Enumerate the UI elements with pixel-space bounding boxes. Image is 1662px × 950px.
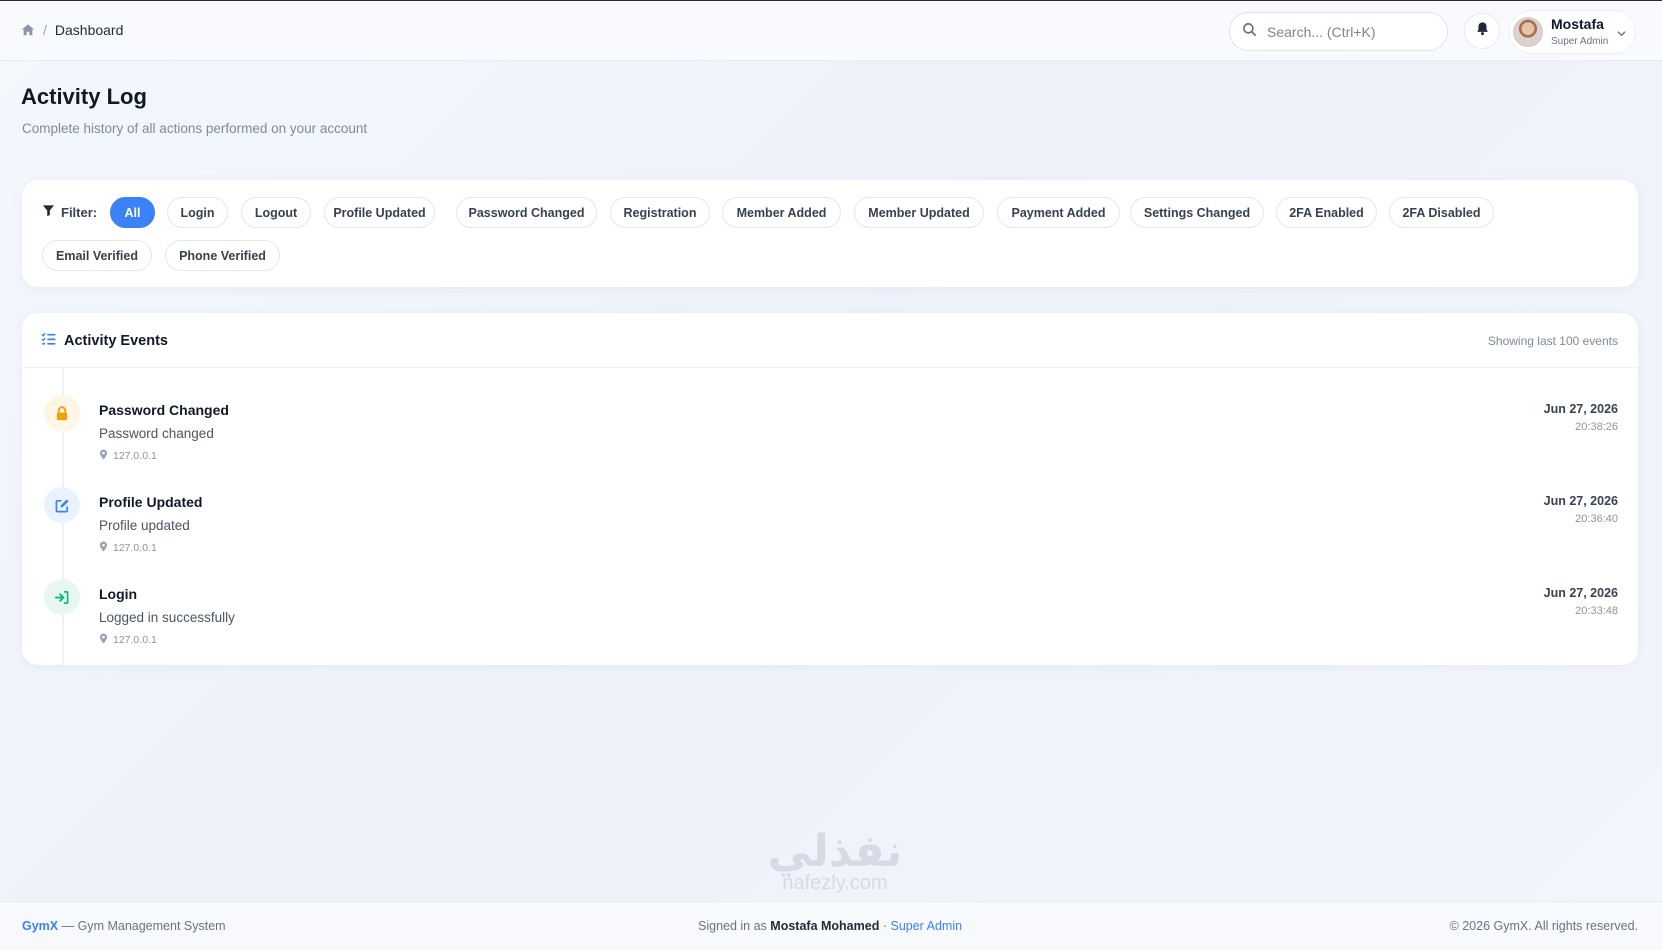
breadcrumb-separator: /	[43, 22, 47, 38]
filter-card: Filter: All Login Logout Profile Updated…	[22, 180, 1638, 287]
events-title: Activity Events	[41, 332, 168, 350]
footer-user-name: Mostafa Mohamed	[770, 919, 880, 933]
page-subtitle: Complete history of all actions performe…	[22, 121, 368, 136]
events-header: Activity Events Showing last 100 events	[22, 313, 1638, 368]
event-ip: 127.0.0.1	[99, 633, 157, 647]
filter-chip-login[interactable]: Login	[167, 197, 228, 228]
event-item[interactable]: Password Changed Password changed 127.0.…	[22, 373, 1638, 465]
search-box[interactable]	[1229, 12, 1448, 51]
page-title: Activity Log	[21, 84, 147, 109]
notifications-button[interactable]	[1464, 13, 1500, 49]
event-date: Jun 27, 2026	[1543, 494, 1618, 508]
avatar	[1513, 17, 1543, 47]
event-date: Jun 27, 2026	[1543, 586, 1618, 600]
event-time: 20:36:40	[1575, 513, 1618, 525]
event-ip: 127.0.0.1	[99, 541, 157, 555]
event-time: 20:33:48	[1575, 605, 1618, 617]
footer-user-role: Super Admin	[890, 919, 963, 933]
event-title: Password Changed	[99, 402, 229, 418]
user-role: Super Admin	[1551, 36, 1609, 47]
footer-signed-in: Signed in as Mostafa Mohamed · Super Adm…	[698, 919, 963, 933]
search-input[interactable]	[1267, 23, 1437, 40]
filter-chip-2fa-disabled[interactable]: 2FA Disabled	[1389, 197, 1494, 228]
event-description: Password changed	[99, 426, 214, 441]
watermark: نفذلي nafezly.com	[720, 828, 950, 895]
filter-chip-registration[interactable]: Registration	[610, 197, 710, 228]
event-title: Profile Updated	[99, 494, 203, 510]
watermark-latin: nafezly.com	[782, 872, 888, 894]
event-description: Logged in successfully	[99, 610, 235, 625]
watermark-arabic: نفذلي	[767, 826, 903, 877]
footer-copyright: © 2026 GymX. All rights reserved.	[1449, 919, 1638, 933]
map-pin-icon	[99, 449, 108, 463]
login-icon	[44, 579, 80, 615]
event-item[interactable]: Profile Updated Profile updated 127.0.0.…	[22, 465, 1638, 557]
edit-icon	[44, 487, 80, 523]
event-date: Jun 27, 2026	[1543, 402, 1618, 416]
filter-label: Filter:	[42, 204, 97, 220]
filter-chip-member-updated[interactable]: Member Updated	[854, 197, 984, 228]
home-icon[interactable]	[21, 23, 35, 37]
breadcrumb: / Dashboard	[21, 22, 123, 38]
filter-chip-all[interactable]: All	[110, 197, 155, 228]
filter-chip-email-verified[interactable]: Email Verified	[42, 240, 152, 271]
footer: GymX — Gym Management System Signed in a…	[0, 901, 1662, 950]
map-pin-icon	[99, 633, 108, 647]
filter-chip-member-added[interactable]: Member Added	[722, 197, 841, 228]
filter-icon	[42, 204, 55, 220]
events-count: Showing last 100 events	[1487, 334, 1618, 348]
user-name: Mostafa	[1551, 16, 1604, 32]
footer-brand-line: GymX — Gym Management System	[22, 919, 226, 933]
search-icon	[1242, 22, 1257, 42]
map-pin-icon	[99, 541, 108, 555]
filter-chip-payment-added[interactable]: Payment Added	[997, 197, 1120, 228]
filter-chip-password-changed[interactable]: Password Changed	[456, 197, 597, 228]
breadcrumb-current[interactable]: Dashboard	[55, 22, 124, 38]
event-ip: 127.0.0.1	[99, 449, 157, 463]
footer-tagline: — Gym Management System	[61, 919, 226, 933]
footer-brand[interactable]: GymX	[22, 919, 58, 933]
event-title: Login	[99, 586, 138, 602]
chevron-down-icon	[1616, 26, 1627, 44]
filter-chip-phone-verified[interactable]: Phone Verified	[165, 240, 280, 271]
lock-icon	[44, 395, 80, 431]
bell-icon	[1475, 21, 1490, 41]
top-bar: / Dashboard Mostafa Super Admin	[0, 0, 1662, 61]
filter-chip-settings-changed[interactable]: Settings Changed	[1130, 197, 1264, 228]
filter-chip-logout[interactable]: Logout	[241, 197, 311, 228]
filter-chip-profile-updated[interactable]: Profile Updated	[324, 197, 435, 228]
event-description: Profile updated	[99, 518, 190, 533]
user-menu[interactable]: Mostafa Super Admin	[1509, 10, 1636, 54]
event-time: 20:38:26	[1575, 421, 1618, 433]
filter-chip-2fa-enabled[interactable]: 2FA Enabled	[1276, 197, 1377, 228]
event-item[interactable]: Login Logged in successfully 127.0.0.1 J…	[22, 557, 1638, 649]
activity-events-card: Activity Events Showing last 100 events …	[22, 313, 1638, 665]
list-check-icon	[41, 332, 56, 350]
